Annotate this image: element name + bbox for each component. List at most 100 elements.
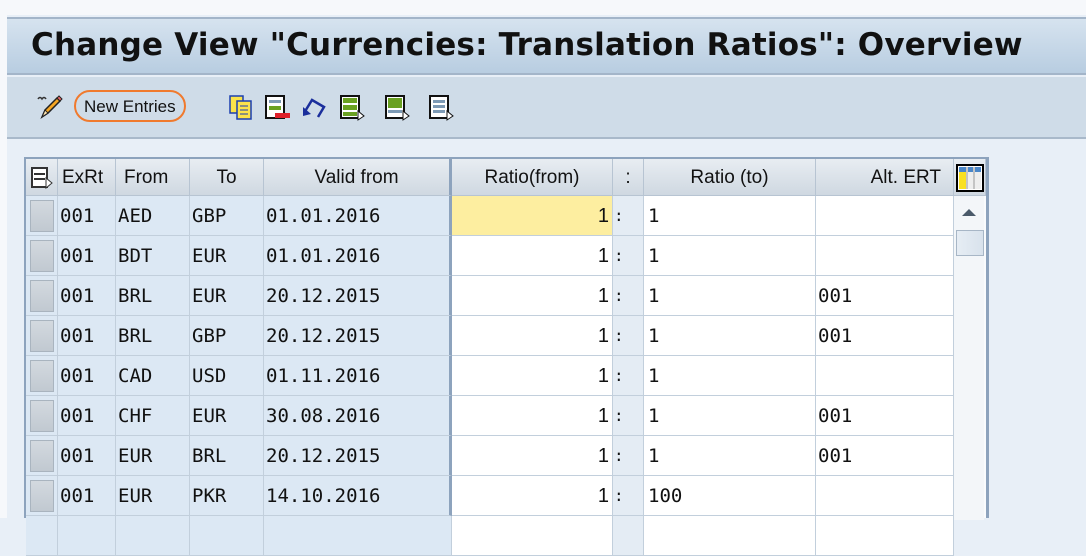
title-bar: Change View "Currencies: Translation Rat…	[7, 17, 1086, 75]
row-select-button[interactable]	[30, 480, 54, 512]
scroll-up-icon[interactable]	[954, 200, 984, 224]
alt-ert-input[interactable]: 001	[816, 316, 954, 356]
alt-ert-input[interactable]: 001	[816, 436, 954, 476]
ratio-from-input[interactable]: 1	[452, 436, 613, 476]
ratio-from-input[interactable]: 1	[452, 276, 613, 316]
ratio-separator: :	[613, 236, 644, 276]
window-left-edge	[0, 15, 7, 518]
row-select-button[interactable]	[30, 280, 54, 312]
ratio-to-input[interactable]: 1	[644, 396, 816, 436]
alt-ert-input[interactable]: 001	[816, 276, 954, 316]
vertical-scrollbar[interactable]	[954, 196, 984, 520]
row-select-button[interactable]	[30, 360, 54, 392]
scrollbar-thumb[interactable]	[956, 230, 984, 256]
row-selector-cell	[26, 276, 58, 316]
ratio-separator: :	[613, 196, 644, 236]
table-row: 001 EUR PKR 14.10.2016 1:100	[26, 476, 956, 516]
ratio-from-input[interactable]: 1	[452, 236, 613, 276]
ratio-to-input[interactable]: 1	[644, 276, 816, 316]
new-entries-button[interactable]: New Entries	[74, 90, 186, 122]
ratio-from-input[interactable]: 1	[452, 196, 613, 236]
alt-ert-input[interactable]	[816, 476, 954, 516]
table-row: 001 CAD USD 01.11.2016 1:1	[26, 356, 956, 396]
cell-from: BRL	[116, 276, 190, 316]
cell-exrt: 001	[58, 436, 116, 476]
ratio-to-input[interactable]: 1	[644, 196, 816, 236]
column-settings-button[interactable]	[954, 159, 986, 196]
column-header-exrt[interactable]: ExRt	[58, 159, 116, 196]
row-selector-cell	[26, 436, 58, 476]
page-title: Change View "Currencies: Translation Rat…	[31, 27, 1023, 63]
cell-valid-from: 01.01.2016	[264, 236, 452, 276]
row-select-button[interactable]	[30, 200, 54, 232]
table-row-partial	[26, 516, 956, 556]
cell-valid-from: 14.10.2016	[264, 476, 452, 516]
column-header-ratio-from[interactable]: Ratio(from)	[452, 159, 613, 196]
column-header-ratio-to[interactable]: Ratio (to)	[644, 159, 816, 196]
select-block-icon[interactable]	[383, 93, 411, 121]
delete-icon[interactable]	[263, 93, 291, 121]
cell-valid-from: 20.12.2015	[264, 276, 452, 316]
table-row: 001 AED GBP 01.01.2016 1:1	[26, 196, 956, 238]
ratio-from-input[interactable]: 1	[452, 476, 613, 516]
cell-to: EUR	[190, 236, 264, 276]
alt-ert-input[interactable]	[816, 236, 954, 276]
table-control: ExRt From To Valid from Ratio(from) : Ra…	[24, 157, 989, 556]
empty-cell	[58, 516, 116, 556]
column-header-to[interactable]: To	[190, 159, 264, 196]
cell-exrt: 001	[58, 476, 116, 516]
column-header-alt-ert[interactable]: Alt. ERT	[816, 159, 954, 196]
empty-cell	[452, 516, 613, 556]
cell-to: EUR	[190, 396, 264, 436]
table-row: 001 BDT EUR 01.01.2016 1:1	[26, 236, 956, 276]
row-selector-cell	[26, 196, 58, 236]
window-top-strip	[0, 0, 1086, 15]
deselect-all-icon[interactable]	[427, 93, 455, 121]
edit-pencil-icon[interactable]	[35, 93, 63, 121]
column-header-valid-from[interactable]: Valid from	[264, 159, 452, 196]
row-select-button[interactable]	[30, 400, 54, 432]
ratio-to-input[interactable]: 1	[644, 356, 816, 396]
ratio-from-input[interactable]: 1	[452, 356, 613, 396]
cell-to: GBP	[190, 316, 264, 356]
cell-to: GBP	[190, 196, 264, 236]
cell-exrt: 001	[58, 196, 116, 236]
cell-exrt: 001	[58, 276, 116, 316]
cell-exrt: 001	[58, 236, 116, 276]
ratio-separator: :	[613, 316, 644, 356]
table-row: 001 CHF EUR 30.08.2016 1:1 001	[26, 396, 956, 436]
alt-ert-input[interactable]: 001	[816, 396, 954, 436]
column-header-from[interactable]: From	[116, 159, 190, 196]
row-select-button[interactable]	[30, 240, 54, 272]
table-row: 001 BRL GBP 20.12.2015 1:1 001	[26, 316, 956, 356]
ratio-separator: :	[613, 476, 644, 516]
select-all-rows-button[interactable]	[26, 159, 58, 196]
ratio-from-input[interactable]: 1	[452, 316, 613, 356]
cell-from: BRL	[116, 316, 190, 356]
row-select-button[interactable]	[30, 440, 54, 472]
application-toolbar: New Entries	[7, 77, 1086, 139]
alt-ert-input[interactable]	[816, 356, 954, 396]
row-selector-cell	[26, 356, 58, 396]
empty-cell	[644, 516, 816, 556]
ratio-from-input[interactable]: 1	[452, 396, 613, 436]
ratio-to-input[interactable]: 1	[644, 316, 816, 356]
row-select-button[interactable]	[30, 320, 54, 352]
undo-icon[interactable]	[300, 93, 328, 121]
ratio-to-input[interactable]: 1	[644, 436, 816, 476]
ratio-to-input[interactable]: 100	[644, 476, 816, 516]
cell-to: PKR	[190, 476, 264, 516]
cell-from: AED	[116, 196, 190, 236]
empty-cell	[26, 516, 58, 556]
select-all-icon[interactable]	[338, 93, 366, 121]
ratio-separator: :	[613, 276, 644, 316]
table-menu-icon	[31, 167, 53, 190]
column-config-icon	[956, 164, 984, 192]
ratio-to-input[interactable]: 1	[644, 236, 816, 276]
alt-ert-input[interactable]	[816, 196, 954, 236]
cell-from: EUR	[116, 436, 190, 476]
copy-as-icon[interactable]	[227, 93, 255, 121]
cell-valid-from: 20.12.2015	[264, 436, 452, 476]
empty-cell	[264, 516, 452, 556]
ratio-separator: :	[613, 436, 644, 476]
